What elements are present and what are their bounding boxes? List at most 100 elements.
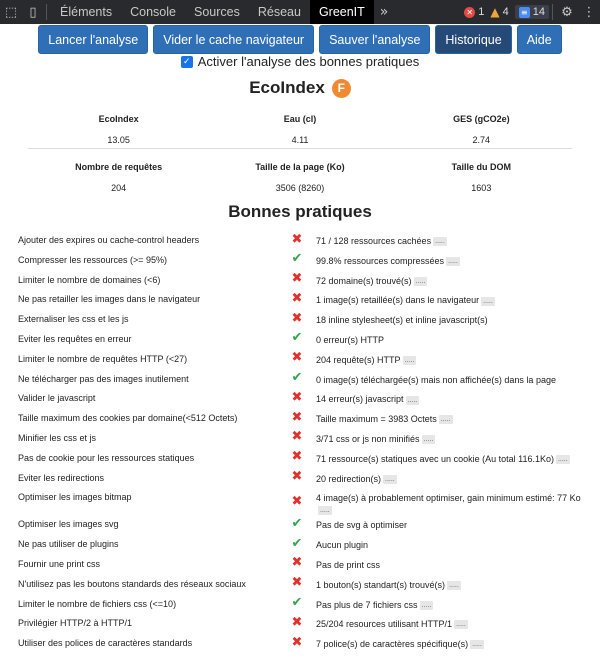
rule-name: Ne pas retailler les images dans le navi… <box>18 294 201 305</box>
details-link[interactable]: ..... <box>446 256 460 266</box>
gear-icon[interactable]: ⚙ <box>556 5 578 20</box>
stat-label: Nombre de requêtes <box>75 162 163 172</box>
best-practices-toggle-label: Activer l'analyse des bonnes pratiques <box>197 54 420 69</box>
details-link[interactable]: ..... <box>318 506 332 516</box>
rule-comment: 1 bouton(s) standart(s) trouvé(s)..... <box>316 579 586 591</box>
stat-ges: GES (gCO2e) 2.74 <box>391 114 572 145</box>
rule-name: N'utilisez pas les boutons standards des… <box>18 578 246 589</box>
rule-comment: 1 image(s) retaillée(s) dans le navigate… <box>316 294 586 306</box>
cross-icon: ✖ <box>291 575 303 591</box>
details-link[interactable]: ..... <box>383 474 397 484</box>
save-analysis-button[interactable]: Sauver l'analyse <box>319 25 431 54</box>
details-link[interactable]: ..... <box>470 640 484 650</box>
rule-name: Valider le javascript <box>18 393 96 404</box>
warning-counter[interactable]: ▲ 4 <box>490 5 508 19</box>
issue-counters[interactable]: ✕ 1 ▲ 4 ≡ 14 ⚙ ⋮ <box>458 4 600 20</box>
rule-name: Ne pas utiliser de plugins <box>18 539 119 550</box>
rule-comment: 18 inline stylesheet(s) et inline javasc… <box>316 314 586 326</box>
details-link[interactable]: ..... <box>419 600 434 610</box>
stat-value: 204 <box>111 183 127 193</box>
toolbar-divider <box>552 4 553 20</box>
rule-comment-text: 99.8% ressources compressées <box>316 255 445 266</box>
details-link[interactable]: ..... <box>481 296 495 306</box>
rule-comment-text: Taille maximum = 3983 Octets <box>316 414 437 425</box>
rule-comment: 0 erreur(s) HTTP <box>316 334 586 346</box>
stat-label: GES (gCO2e) <box>453 114 510 124</box>
cross-icon: ✖ <box>291 469 303 485</box>
clear-cache-button[interactable]: Vider le cache navigateur <box>153 25 315 54</box>
stat-value: 4.11 <box>291 135 309 145</box>
details-link[interactable]: ..... <box>555 454 570 464</box>
table-row: Fournir une print css ✖ Pas de print css <box>0 555 600 575</box>
check-icon: ✔ <box>291 535 303 551</box>
cross-icon: ✖ <box>291 231 303 247</box>
cross-icon: ✖ <box>291 449 303 465</box>
rule-comment: 72 domaine(s) trouvé(s)..... <box>316 275 586 287</box>
warning-icon: ▲ <box>490 5 500 19</box>
rule-comment-text: 71 / 128 ressources cachées <box>316 236 432 246</box>
message-icon: ≡ <box>518 6 530 18</box>
rule-name: Eviter les redirections <box>18 472 105 483</box>
tab-console[interactable]: Console <box>121 0 185 24</box>
rule-name: Ajouter des expires ou cache-control hea… <box>18 235 200 245</box>
cross-icon: ✖ <box>291 409 303 425</box>
rule-comment-text: Pas plus de 7 fichiers css <box>316 599 418 610</box>
kebab-menu-icon[interactable]: ⋮ <box>578 5 600 20</box>
rule-comment-text: 14 erreur(s) javascript <box>316 394 404 405</box>
table-row: N'utilisez pas les boutons standards des… <box>0 575 600 595</box>
checkbox-checked-icon[interactable]: ✓ <box>180 55 193 68</box>
rule-comment-text: Aucun plugin <box>316 540 369 551</box>
table-row: Limiter le nombre de requêtes HTTP (<27)… <box>0 350 600 370</box>
stats-divider <box>28 148 572 149</box>
details-link[interactable]: ..... <box>413 276 428 286</box>
cross-icon: ✖ <box>291 555 303 571</box>
message-counter[interactable]: ≡ 14 <box>514 5 549 19</box>
rule-name: Optimiser les images svg <box>18 519 119 530</box>
ecoindex-header: EcoIndex F <box>0 78 600 98</box>
details-link[interactable]: ..... <box>421 435 436 445</box>
stat-value: 2.74 <box>472 135 491 145</box>
rule-comment: 14 erreur(s) javascript..... <box>316 393 586 405</box>
details-link[interactable]: ..... <box>438 415 453 425</box>
rule-comment-text: 18 inline stylesheet(s) et inline javasc… <box>316 315 488 326</box>
table-row: Valider le javascript ✖ 14 erreur(s) javas… <box>0 389 600 409</box>
launch-analysis-button[interactable]: Lancer l'analyse <box>38 25 149 54</box>
details-link[interactable]: ..... <box>402 355 417 365</box>
error-counter[interactable]: ✕ 1 <box>464 6 484 18</box>
table-row: Compresser les ressources (>= 95%) ✔ 99.8%… <box>0 251 600 271</box>
stat-requests: Nombre de requêtes 204 <box>28 162 209 193</box>
rule-name: Privilégier HTTP/2 à HTTP/1 <box>18 618 133 629</box>
best-practices-list: Ajouter des expires ou cache-control hea… <box>0 231 600 654</box>
details-link[interactable]: ..... <box>405 395 420 405</box>
history-button[interactable]: Historique <box>435 25 512 54</box>
stat-page-size: Taille de la page (Ko) 3506 (8260) <box>209 162 390 193</box>
inspect-element-icon[interactable]: ⬚ <box>0 0 22 24</box>
tab-elements[interactable]: Éléments <box>51 0 121 24</box>
rule-name: Ne télécharger pas des images inutilemen… <box>18 373 189 384</box>
error-icon: ✕ <box>464 6 476 18</box>
details-link[interactable]: ..... <box>433 237 447 247</box>
rule-name: Limiter le nombre de fichiers css (<=10) <box>18 598 177 609</box>
help-button[interactable]: Aide <box>516 25 562 54</box>
details-link[interactable]: ..... <box>454 620 468 630</box>
check-icon: ✔ <box>291 330 303 346</box>
details-link[interactable]: ..... <box>447 580 461 590</box>
ecoindex-stats-row-2: Nombre de requêtes 204 Taille de la page… <box>28 162 572 193</box>
rule-comment: 204 requête(s) HTTP..... <box>316 354 586 366</box>
table-row: Ne pas utiliser de plugins ✔ Aucun plugin <box>0 535 600 555</box>
rule-comment-text: 25/204 resources utilisant HTTP/1 <box>316 619 453 630</box>
rule-name: Optimiser les images bitmap <box>18 492 132 503</box>
more-tabs-icon[interactable]: » <box>374 4 395 20</box>
rule-name: Compresser les ressources (>= 95%) <box>18 254 168 265</box>
best-practices-toggle[interactable]: ✓ Activer l'analyse des bonnes pratiques <box>0 54 600 69</box>
tab-greenit[interactable]: GreenIT <box>309 0 374 24</box>
tab-sources[interactable]: Sources <box>185 0 249 24</box>
table-row: Privilégier HTTP/2 à HTTP/1 ✖ 25/204 resou… <box>0 614 600 634</box>
rule-comment-text: 20 redirection(s) <box>316 473 382 484</box>
table-row: Limiter le nombre de fichiers css (<=10)… <box>0 595 600 615</box>
tab-network[interactable]: Réseau <box>249 0 310 24</box>
rule-comment-text: 72 domaine(s) trouvé(s) <box>316 275 412 286</box>
action-buttons: Lancer l'analyse Vider le cache navigate… <box>0 25 600 54</box>
device-toolbar-icon[interactable]: ▯ <box>22 0 44 24</box>
rule-name: Externaliser les css et les js <box>18 314 129 325</box>
